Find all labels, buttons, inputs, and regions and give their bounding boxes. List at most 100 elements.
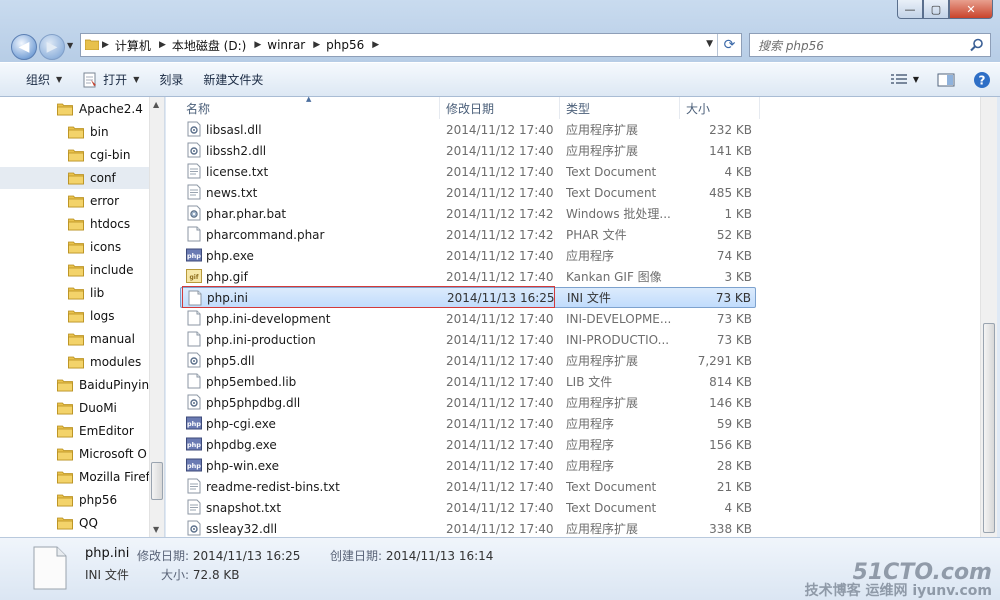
chevron-right-icon[interactable]: ▶ (251, 40, 264, 50)
file-row[interactable]: php phpdbg.exe 2014/11/12 17:40 应用程序 156 KB (180, 434, 756, 455)
file-date: 2014/11/12 17:40 (446, 479, 554, 494)
nav-tree-item[interactable]: conf (0, 167, 150, 189)
breadcrumb-drive-d[interactable]: 本地磁盘 (D:) (169, 34, 251, 56)
column-header-size[interactable]: 大小 (680, 97, 760, 119)
address-dropdown-icon[interactable]: ▼ (706, 39, 713, 49)
nav-tree-item[interactable]: cgi-bin (0, 144, 150, 166)
file-row[interactable]: readme-redist-bins.txt 2014/11/12 17:40 Te… (180, 476, 756, 497)
view-options-button[interactable]: ▼ (890, 73, 919, 86)
nav-tree-item[interactable]: modules (0, 351, 150, 373)
file-size: 28 KB (716, 458, 752, 473)
scrollbar-thumb[interactable] (151, 462, 163, 500)
nav-tree-item[interactable]: php56 (0, 489, 150, 511)
nav-tree-item[interactable]: lib (0, 282, 150, 304)
back-button[interactable]: ◀ (11, 34, 37, 60)
nav-tree-item[interactable]: include (0, 259, 150, 281)
search-icon[interactable] (970, 38, 984, 55)
file-date: 2014/11/12 17:40 (446, 269, 554, 284)
file-size: 3 KB (724, 269, 752, 284)
nav-tree-item[interactable]: manual (0, 328, 150, 350)
search-input[interactable]: 搜索 php56 (749, 33, 991, 57)
nav-tree-item[interactable]: Microsoft O (0, 443, 150, 465)
refresh-button[interactable]: ⟳ (717, 34, 741, 56)
blank-file-icon (186, 226, 202, 245)
burn-button[interactable]: 刻录 (149, 63, 193, 96)
file-row[interactable]: gif php.gif 2014/11/12 17:40 Kankan GIF 图像 3… (180, 266, 756, 287)
nav-tree-label: QQ (79, 516, 98, 530)
file-row[interactable]: news.txt 2014/11/12 17:40 Text Document 485… (180, 182, 756, 203)
file-name: license.txt (206, 164, 269, 179)
file-name: snapshot.txt (206, 500, 282, 515)
nav-tree-item[interactable]: QQ (0, 512, 150, 534)
file-size: 59 KB (716, 416, 752, 431)
nav-tree-label: Microsoft O (79, 447, 147, 461)
minimize-button[interactable]: — (897, 0, 923, 19)
nav-tree-item[interactable]: DuoMi (0, 397, 150, 419)
file-row[interactable]: php.ini-development 2014/11/12 17:40 INI-D… (180, 308, 756, 329)
chevron-right-icon[interactable]: ▶ (156, 40, 169, 50)
file-name: readme-redist-bins.txt (206, 479, 340, 494)
folder-icon (57, 378, 73, 392)
file-row[interactable]: php5phpdbg.dll 2014/11/12 17:40 应用程序扩展 146 … (180, 392, 756, 413)
close-button[interactable]: ✕ (949, 0, 993, 19)
chevron-right-icon[interactable]: ▶ (99, 40, 112, 50)
chevron-right-icon[interactable]: ▶ (310, 40, 323, 50)
navigation-scrollbar[interactable]: ▲ ▼ (149, 97, 164, 537)
nav-tree-label: Apache2.4 (79, 102, 143, 116)
file-size: 4 KB (724, 500, 752, 515)
file-name: news.txt (206, 185, 258, 200)
file-row[interactable]: license.txt 2014/11/12 17:40 Text Document… (180, 161, 756, 182)
scroll-down-icon[interactable]: ▼ (153, 525, 159, 534)
file-row[interactable]: php.ini-production 2014/11/12 17:40 INI-PR… (180, 329, 756, 350)
breadcrumb-php56[interactable]: php56 (323, 34, 369, 56)
scroll-up-icon[interactable]: ▲ (153, 100, 159, 109)
nav-tree-item[interactable]: bin (0, 121, 150, 143)
file-row[interactable]: pharcommand.phar 2014/11/12 17:42 PHAR 文件 5… (180, 224, 756, 245)
forward-button[interactable]: ▶ (39, 34, 65, 60)
column-header-date[interactable]: 修改日期 (440, 97, 560, 119)
nav-tree-item[interactable]: htdocs (0, 213, 150, 235)
file-row[interactable]: libssh2.dll 2014/11/12 17:40 应用程序扩展 141 KB (180, 140, 756, 161)
help-button[interactable]: ? (973, 71, 991, 89)
svg-text:php: php (187, 441, 201, 449)
file-name: php-cgi.exe (206, 416, 276, 431)
nav-tree-item[interactable]: BaiduPinyin (0, 374, 150, 396)
file-row[interactable]: php php-cgi.exe 2014/11/12 17:40 应用程序 59 KB (180, 413, 756, 434)
file-row[interactable]: phar.phar.bat 2014/11/12 17:42 Windows 批处理… (180, 203, 756, 224)
file-list-scrollbar[interactable] (980, 97, 997, 537)
column-header-name[interactable]: 名称 (180, 97, 440, 119)
file-row[interactable]: php5.dll 2014/11/12 17:40 应用程序扩展 7,291 KB (180, 350, 756, 371)
preview-pane-button[interactable] (937, 73, 955, 87)
nav-tree-item[interactable]: Mozilla Firef (0, 466, 150, 488)
file-row[interactable]: libsasl.dll 2014/11/12 17:40 应用程序扩展 232 KB (180, 119, 756, 140)
open-button[interactable]: 打开 ▼ (72, 63, 149, 96)
blank-file-icon (186, 373, 202, 392)
open-label: 打开 (103, 73, 128, 87)
maximize-button[interactable]: ▢ (923, 0, 949, 19)
chevron-right-icon[interactable]: ▶ (369, 40, 382, 50)
column-header-type[interactable]: 类型 (560, 97, 680, 119)
organize-button[interactable]: 组织 ▼ (0, 63, 72, 96)
address-bar[interactable]: ▶ 计算机 ▶ 本地磁盘 (D:) ▶ winrar ▶ php56 ▶ ▼ ⟳ (80, 33, 742, 57)
recent-locations-dropdown[interactable]: ▼ (67, 41, 73, 50)
scrollbar-thumb[interactable] (983, 323, 995, 533)
preview-pane-icon (937, 73, 955, 86)
nav-tree-item[interactable]: icons (0, 236, 150, 258)
file-row[interactable]: php php.exe 2014/11/12 17:40 应用程序 74 KB (180, 245, 756, 266)
nav-tree-item[interactable]: logs (0, 305, 150, 327)
file-size: 74 KB (716, 248, 752, 263)
detail-modified: 修改日期: 2014/11/13 16:25 (137, 547, 300, 564)
file-row[interactable]: php php-win.exe 2014/11/12 17:40 应用程序 28 KB (180, 455, 756, 476)
nav-tree-item[interactable]: error (0, 190, 150, 212)
folder-icon (68, 148, 84, 162)
new-folder-button[interactable]: 新建文件夹 (193, 63, 273, 96)
file-row[interactable]: ssleay32.dll 2014/11/12 17:40 应用程序扩展 338 KB (180, 518, 756, 539)
nav-tree-label: htdocs (90, 217, 131, 231)
breadcrumb-computer[interactable]: 计算机 (112, 34, 156, 56)
txt-file-icon (186, 163, 202, 182)
file-row[interactable]: php5embed.lib 2014/11/12 17:40 LIB 文件 814 K… (180, 371, 756, 392)
nav-tree-item[interactable]: Apache2.4 (0, 98, 150, 120)
file-row[interactable]: snapshot.txt 2014/11/12 17:40 Text Documen… (180, 497, 756, 518)
nav-tree-item[interactable]: EmEditor (0, 420, 150, 442)
breadcrumb-winrar[interactable]: winrar (264, 34, 310, 56)
